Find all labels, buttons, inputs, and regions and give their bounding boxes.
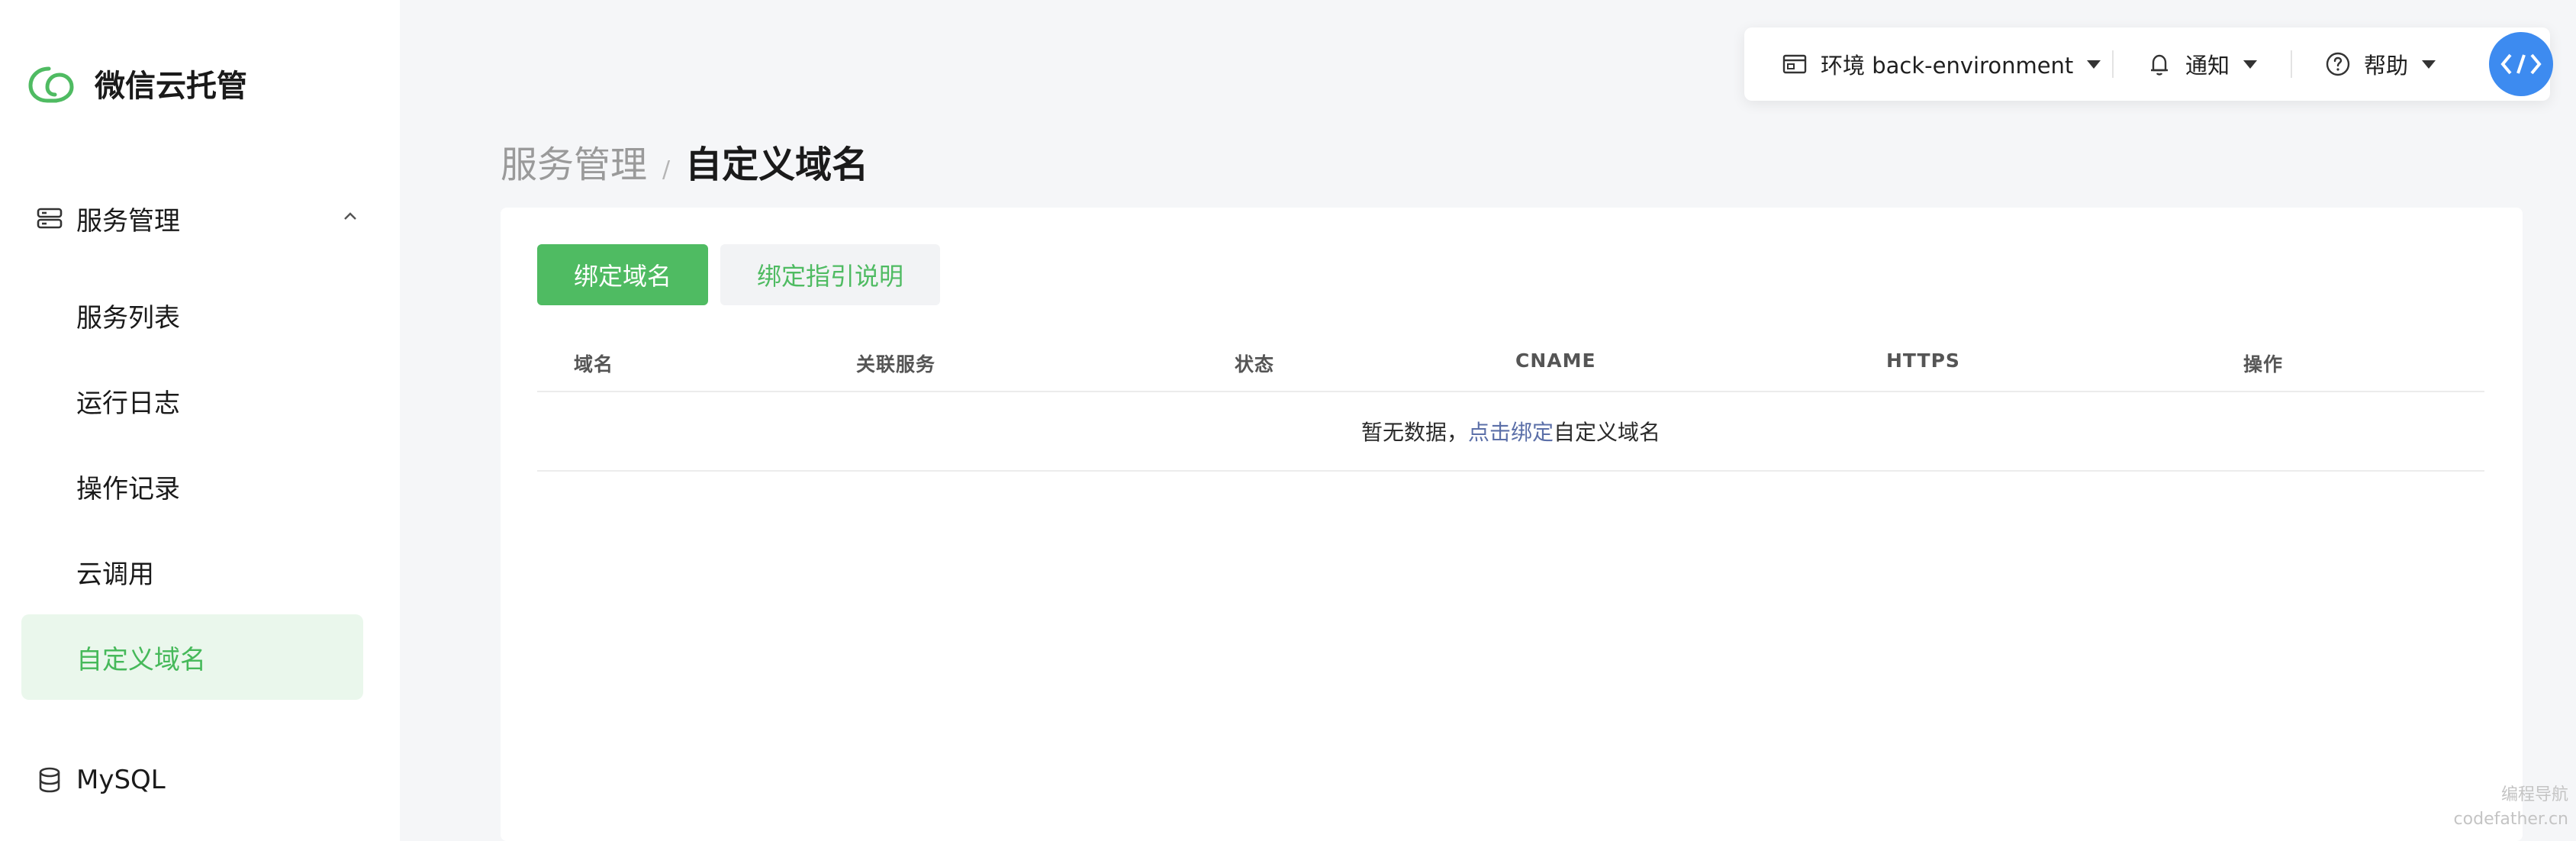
column-header-status: 状态 <box>1235 353 1275 375</box>
sidebar-item-label: MySQL <box>76 765 166 795</box>
breadcrumb-separator: / <box>662 156 671 183</box>
bell-icon <box>2151 54 2168 76</box>
divider <box>2291 50 2292 78</box>
watermark: 编程导航 codefather.cn <box>2454 783 2568 832</box>
caret-down-icon <box>2243 60 2258 69</box>
environment-label: 环境 back-environment <box>1821 53 2074 79</box>
environment-selector[interactable]: 环境 back-environment <box>1781 46 2101 82</box>
column-header-domain: 域名 <box>574 353 614 375</box>
bind-domain-button[interactable]: 绑定域名 <box>537 244 708 305</box>
app-logo[interactable]: 微信云托管 <box>26 61 247 105</box>
breadcrumb-parent[interactable]: 服务管理 <box>501 134 647 188</box>
empty-prefix: 暂无数据， <box>1360 420 1468 445</box>
notifications-label: 通知 <box>2185 53 2230 79</box>
chevron-up-icon <box>344 212 356 220</box>
server-icon <box>37 208 63 229</box>
sidebar-item-operation-records[interactable]: 操作记录 <box>21 443 363 529</box>
table-empty-state: 暂无数据， 点击绑定 自定义域名 <box>537 392 2484 472</box>
divider <box>2112 50 2114 78</box>
bind-domain-link[interactable]: 点击绑定 <box>1468 416 1554 446</box>
page-title: 自定义域名 <box>685 143 869 186</box>
top-toolbar: 环境 back-environment 通知 帮助 <box>1744 27 2553 101</box>
help-icon <box>2326 52 2350 76</box>
breadcrumb: 服务管理 / 自定义域名 <box>501 134 868 188</box>
column-header-service: 关联服务 <box>856 353 936 375</box>
help-menu[interactable]: 帮助 <box>2324 46 2436 82</box>
app-title: 微信云托管 <box>95 69 247 104</box>
empty-suffix: 自定义域名 <box>1554 420 1661 445</box>
sidebar-item-mysql[interactable]: MySQL <box>35 759 166 801</box>
sidebar-group-service-management[interactable]: 服务管理 <box>35 197 363 240</box>
code-avatar-icon <box>2500 53 2542 75</box>
column-header-cname: CNAME <box>1515 350 1596 372</box>
user-avatar[interactable] <box>2489 32 2553 96</box>
sidebar-group-label: 服务管理 <box>76 205 180 237</box>
sidebar-item-cloud-call[interactable]: 云调用 <box>21 529 363 614</box>
sidebar-item-service-list[interactable]: 服务列表 <box>21 272 363 358</box>
watermark-line: 编程导航 <box>2500 785 2568 804</box>
domain-panel: 绑定域名 绑定指引说明 域名 关联服务 状态 CNAME HTTPS 操作 暂无… <box>501 208 2523 841</box>
notifications-menu[interactable]: 通知 <box>2146 46 2258 82</box>
environment-icon <box>1782 54 1807 74</box>
sidebar-item-custom-domain[interactable]: 自定义域名 <box>21 614 363 700</box>
column-header-actions: 操作 <box>2243 353 2284 375</box>
cloud-logo-icon <box>28 66 74 103</box>
table-header: 域名 关联服务 状态 CNAME HTTPS 操作 <box>537 337 2484 392</box>
watermark-line: codefather.cn <box>2453 810 2568 829</box>
caret-down-icon <box>2422 60 2436 69</box>
sidebar-item-run-logs[interactable]: 运行日志 <box>21 358 363 443</box>
caret-down-icon <box>2087 60 2101 69</box>
sidebar: 微信云托管 服务管理 服务列表 运行日志 操作记录 云调用 自定义域名 MySQ… <box>0 0 400 841</box>
bind-guide-button[interactable]: 绑定指引说明 <box>720 244 940 305</box>
database-icon <box>39 767 60 793</box>
help-label: 帮助 <box>2364 53 2409 79</box>
column-header-https: HTTPS <box>1886 350 1960 372</box>
